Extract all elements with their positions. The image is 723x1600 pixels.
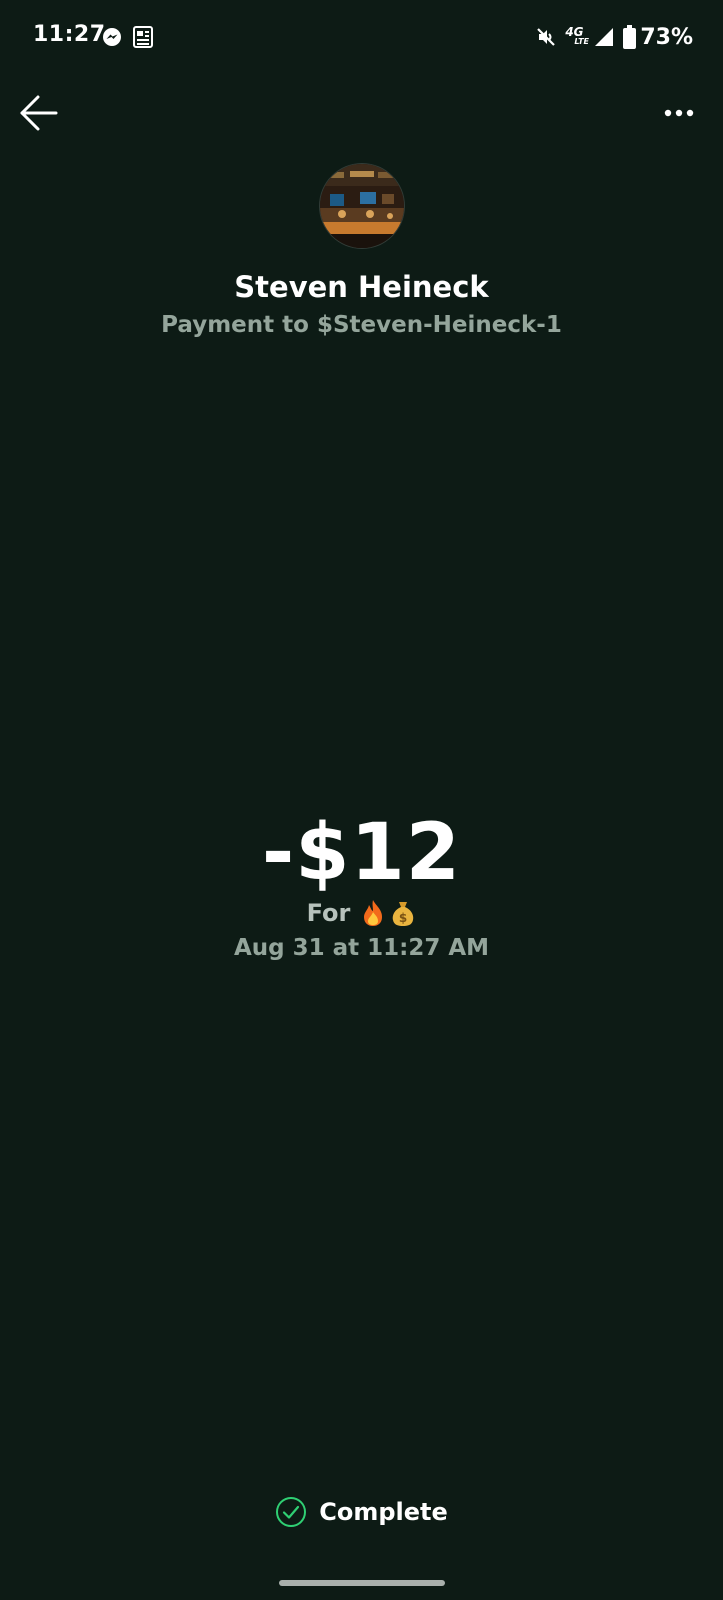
money-bag-icon: $ — [393, 902, 414, 926]
network-type: 4G LTE — [565, 25, 590, 46]
payment-date: Aug 31 at 11:27 AM — [233, 935, 490, 961]
home-indicator[interactable] — [279, 1580, 445, 1586]
battery-percent: 73% — [640, 24, 693, 50]
signal-icon — [595, 28, 614, 46]
svg-text:$: $ — [399, 911, 407, 925]
avatar[interactable] — [320, 164, 404, 248]
recipient-name: Steven Heineck — [234, 270, 489, 304]
avatar-image — [320, 164, 404, 248]
news-icon — [133, 26, 153, 48]
payment-subtitle: Payment to $Steven-Heineck-1 — [161, 312, 562, 338]
status-right: 4G LTE 73% — [527, 24, 693, 50]
payment-memo: For $ — [0, 898, 723, 928]
memo-label: For — [306, 899, 351, 927]
status-time: 11:27 — [33, 22, 106, 47]
arrow-left-icon[interactable] — [18, 92, 60, 134]
more-horizontal-icon[interactable] — [663, 100, 695, 126]
payment-amount: -$12 — [261, 808, 462, 898]
fire-icon — [364, 900, 383, 926]
mute-icon — [537, 28, 556, 46]
messenger-icon — [103, 28, 121, 46]
status-bar: 11:27 4G LTE 73% — [0, 0, 723, 74]
check-circle-icon — [276, 1497, 307, 1527]
status-label: Complete — [319, 1498, 448, 1526]
payment-status: Complete — [0, 1496, 723, 1528]
battery-icon — [623, 25, 637, 49]
